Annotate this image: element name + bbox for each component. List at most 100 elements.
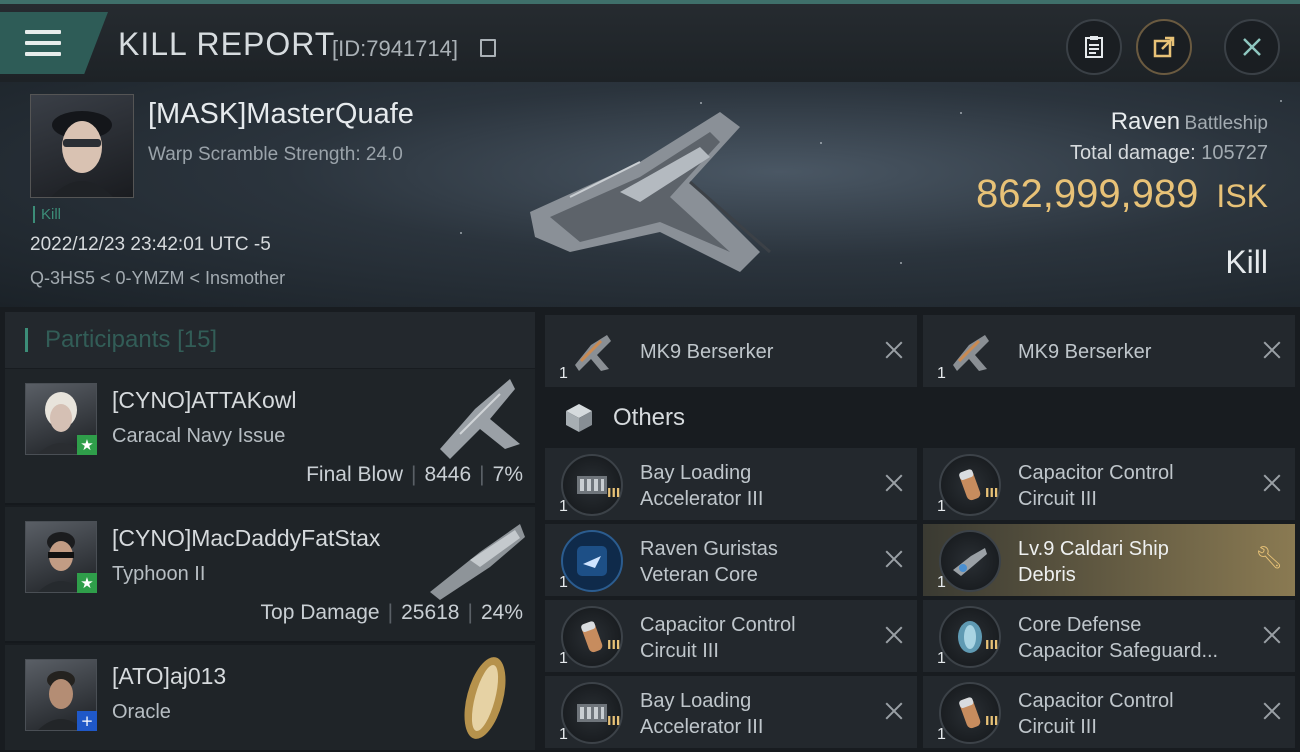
victim-banner: [MASK]MasterQuafe Warp Scramble Strength… xyxy=(0,82,1300,307)
participant-row[interactable]: + [ATO]aj013 Oracle xyxy=(5,645,535,752)
tier-badge: III xyxy=(607,714,621,728)
item-quantity: 1 xyxy=(937,726,946,743)
item-slot[interactable]: III 1 Core Defense Capacitor Safeguard..… xyxy=(923,600,1295,672)
participant-stats: Final Blow | 8446 | 7% xyxy=(306,463,523,486)
item-name: Bay Loading Accelerator III xyxy=(640,462,764,510)
plus-badge-icon: + xyxy=(77,711,97,731)
item-quantity: 1 xyxy=(937,498,946,515)
clipboard-icon xyxy=(1085,36,1103,58)
bay-loading-icon xyxy=(561,682,623,744)
share-button[interactable] xyxy=(1136,19,1192,75)
participant-name[interactable]: [CYNO]ATTAKowl xyxy=(112,387,296,414)
victim-portrait[interactable] xyxy=(30,94,134,198)
item-slot[interactable]: 1 MK9 Berserker xyxy=(545,315,917,387)
participants-title: Participants [15] xyxy=(45,326,218,353)
destroyed-x-icon xyxy=(883,548,905,570)
participant-ship-image xyxy=(440,379,520,459)
item-slot[interactable]: III 1 Capacitor Control Circuit III xyxy=(545,600,917,672)
tier-badge: III xyxy=(607,638,621,652)
tier-badge: III xyxy=(985,486,999,500)
item-slot[interactable]: III 1 Bay Loading Accelerator III xyxy=(545,448,917,520)
capacitor-circuit-icon xyxy=(939,682,1001,744)
kill-tag: Kill xyxy=(33,206,61,223)
item-name: Capacitor Control Circuit III xyxy=(1018,690,1174,738)
destroyed-x-icon xyxy=(883,624,905,646)
share-icon xyxy=(1153,36,1175,58)
item-name: Core Defense Capacitor Safeguard... xyxy=(1018,614,1219,662)
destroyed-x-icon xyxy=(1261,339,1283,361)
item-quantity: 1 xyxy=(937,650,946,667)
destroyed-x-icon xyxy=(883,472,905,494)
participant-ship-image xyxy=(430,524,525,600)
item-slot[interactable]: III 1 Bay Loading Accelerator III xyxy=(545,676,917,748)
victim-ship-image xyxy=(530,112,771,272)
victim-ship: Raven Battleship xyxy=(1111,108,1268,136)
isk-amount: 862,999,989 xyxy=(975,172,1199,216)
cube-icon xyxy=(566,404,592,432)
isk-unit: ISK xyxy=(1216,178,1268,214)
item-name: MK9 Berserker xyxy=(640,341,774,363)
bay-loading-icon xyxy=(561,454,623,516)
menu-button[interactable] xyxy=(0,12,108,74)
item-quantity: 1 xyxy=(559,498,568,515)
star-badge-icon: ★ xyxy=(77,573,97,593)
item-quantity: 1 xyxy=(559,726,568,743)
participant-row[interactable]: ★ [CYNO]MacDaddyFatStax Typhoon II Top D… xyxy=(5,507,535,643)
total-damage-label: Total damage: xyxy=(1070,142,1196,164)
item-name: Lv.9 Caldari Ship Debris xyxy=(1018,538,1169,586)
item-slot[interactable]: 1 Raven Guristas Veteran Core xyxy=(545,524,917,596)
avatar[interactable]: ★ xyxy=(25,383,97,455)
item-quantity: 1 xyxy=(559,574,568,591)
participants-header[interactable]: Participants [15] xyxy=(5,312,535,368)
victim-ship-name: Raven xyxy=(1110,108,1181,135)
participants-panel: Participants [15] ★ [CYNO]ATTAKowl Carac… xyxy=(0,307,540,752)
kill-datetime: 2022/12/23 23:42:01 UTC -5 xyxy=(30,234,271,255)
avatar[interactable]: + xyxy=(25,659,97,731)
participant-ship: Oracle xyxy=(112,701,171,723)
item-quantity: 1 xyxy=(559,365,568,382)
participant-row[interactable]: ★ [CYNO]ATTAKowl Caracal Navy Issue Fina… xyxy=(5,369,535,505)
item-quantity: 1 xyxy=(937,365,946,382)
page-title: KILL REPORT xyxy=(118,26,336,62)
participant-name[interactable]: [ATO]aj013 xyxy=(112,663,226,690)
participant-ship: Caracal Navy Issue xyxy=(112,425,286,447)
item-slot[interactable]: 1 MK9 Berserker xyxy=(923,315,1295,387)
item-slot[interactable]: III 1 Capacitor Control Circuit III xyxy=(923,448,1295,520)
item-slot[interactable]: III 1 Capacitor Control Circuit III xyxy=(923,676,1295,748)
victim-name[interactable]: [MASK]MasterQuafe xyxy=(148,98,414,131)
item-name: Capacitor Control Circuit III xyxy=(1018,462,1174,510)
participant-name[interactable]: [CYNO]MacDaddyFatStax xyxy=(112,525,380,552)
item-slot-highlighted[interactable]: 1 Lv.9 Caldari Ship Debris 🔧︎ xyxy=(923,524,1295,596)
clipboard-button[interactable] xyxy=(1066,19,1122,75)
ship-debris-icon xyxy=(939,530,1001,592)
kill-result: Kill xyxy=(1225,244,1268,280)
destroyed-x-icon xyxy=(1261,624,1283,646)
star-badge-icon: ★ xyxy=(77,435,97,455)
isk-value: 862,999,989 ISK xyxy=(976,172,1268,217)
total-damage: Total damage: 105727 xyxy=(1070,142,1268,165)
avatar[interactable]: ★ xyxy=(25,521,97,593)
copy-icon[interactable] xyxy=(480,39,496,57)
participant-ship: Typhoon II xyxy=(112,563,206,585)
total-damage-value: 105727 xyxy=(1201,142,1268,164)
item-name: Capacitor Control Circuit III xyxy=(640,614,796,662)
item-name: MK9 Berserker xyxy=(1018,341,1152,363)
tier-badge: III xyxy=(985,638,999,652)
destroyed-x-icon xyxy=(1261,472,1283,494)
victim-ship-class: Battleship xyxy=(1184,113,1268,134)
tier-badge: III xyxy=(607,486,621,500)
close-icon xyxy=(1243,38,1261,56)
participant-ship-image xyxy=(464,657,506,739)
destroyed-x-icon xyxy=(883,339,905,361)
item-name: Raven Guristas Veteran Core xyxy=(640,538,778,586)
item-quantity: 1 xyxy=(937,574,946,591)
close-button[interactable] xyxy=(1224,19,1280,75)
destroyed-x-icon xyxy=(883,700,905,722)
tier-badge: III xyxy=(985,714,999,728)
capacitor-circuit-icon xyxy=(939,454,1001,516)
item-quantity: 1 xyxy=(559,650,568,667)
warp-scramble-strength: Warp Scramble Strength: 24.0 xyxy=(148,144,403,165)
kill-location: Q-3HS5 < 0-YMZM < Insmother xyxy=(30,268,286,288)
items-panel: 1 MK9 Berserker 1 MK9 Berserker Others I… xyxy=(540,307,1300,750)
wrench-icon[interactable]: 🔧︎ xyxy=(1255,546,1283,571)
